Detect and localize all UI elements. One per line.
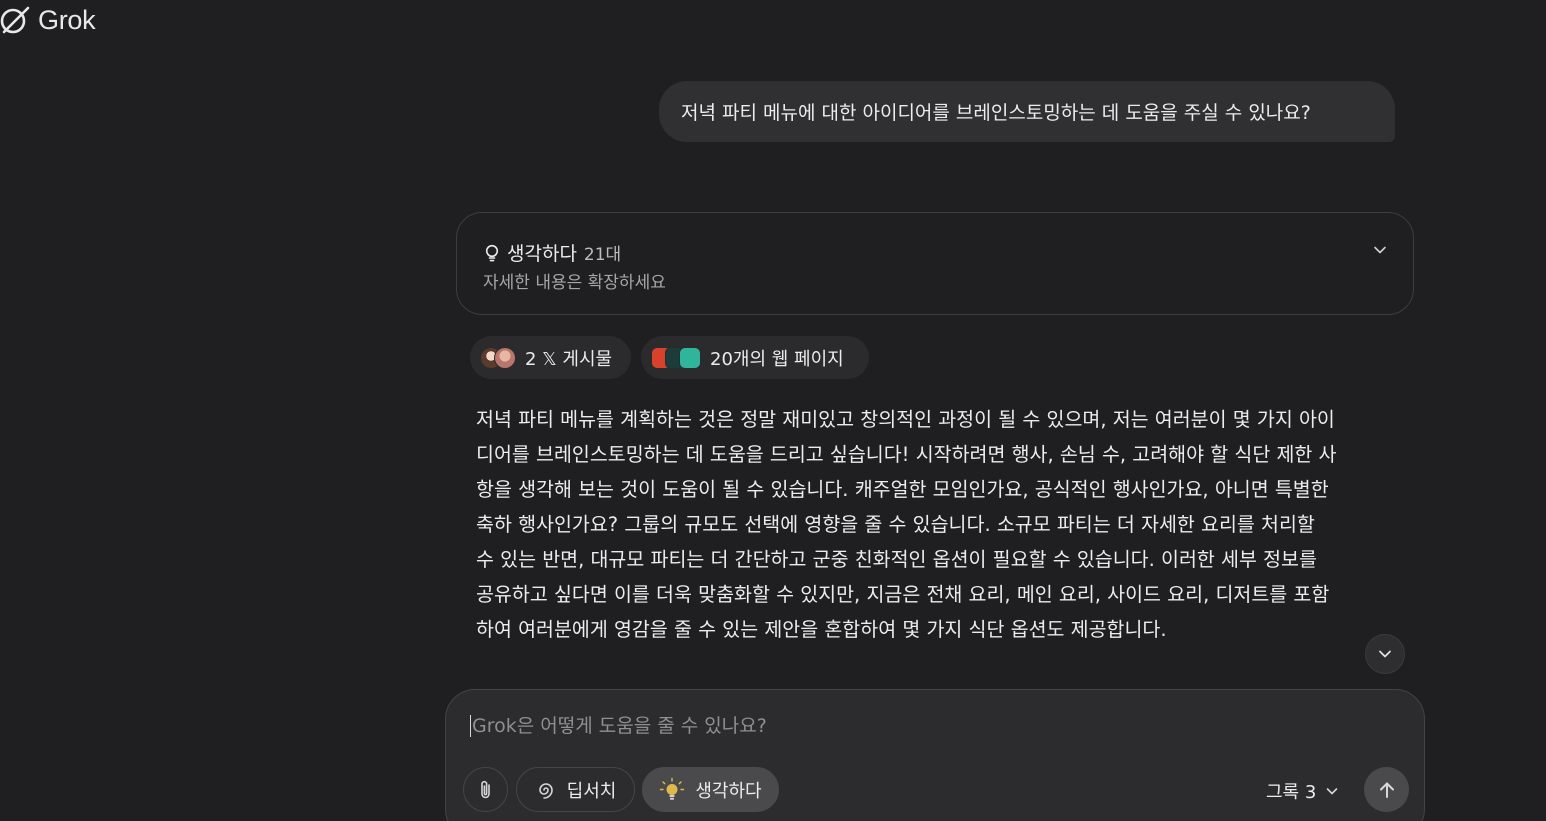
x-posts-label: 2 𝕏 게시물: [525, 348, 613, 370]
composer: 딥서치 생각하다 그록 3: [445, 689, 1425, 821]
thinking-duration: 21대: [583, 245, 622, 265]
web-favicons: [651, 346, 701, 369]
answer-line: 수 있는 반면, 대규모 파티는 더 간단하고 군중 친화적인 옵션이 필요할 …: [476, 548, 1317, 571]
assistant-answer: 저녁 파티 메뉴를 계획하는 것은 정말 재미있고 창의적인 과정이 될 수 있…: [476, 402, 1406, 647]
x-posts-chip[interactable]: 2 𝕏 게시물: [470, 336, 631, 379]
app-root: Grok 저녁 파티 메뉴에 대한 아이디어를 브레인스토밍하는 데 도움을 주…: [0, 0, 1546, 821]
attach-button[interactable]: [463, 767, 508, 812]
chevron-down-icon: [1326, 788, 1338, 795]
answer-line: 하여 여러분에게 영감을 줄 수 있는 제안을 혼합하여 몇 가지 식단 옵션도…: [476, 618, 1167, 641]
avatar: [494, 346, 516, 369]
chevron-down-icon[interactable]: [1373, 243, 1387, 257]
web-pages-chip[interactable]: 20개의 웹 페이지: [641, 336, 869, 379]
deepsearch-button[interactable]: 딥서치: [516, 767, 635, 812]
lightbulb-icon: [485, 244, 499, 261]
model-selector[interactable]: 그록 3: [1266, 778, 1339, 804]
web-pages-label: 20개의 웹 페이지: [710, 348, 844, 370]
scroll-to-bottom-button[interactable]: [1365, 634, 1405, 674]
answer-line: 항을 생각해 보는 것이 도움이 될 수 있습니다. 캐주얼한 모임인가요, 공…: [476, 478, 1329, 501]
chevron-down-icon: [1379, 650, 1391, 658]
answer-line: 공유하고 싶다면 이를 더욱 맞춤화할 수 있지만, 지금은 전채 요리, 메인…: [476, 583, 1330, 606]
deepsearch-label: 딥서치: [566, 780, 617, 802]
think-label: 생각하다: [695, 780, 762, 802]
deepsearch-icon: [538, 782, 553, 799]
arrow-up-icon: [1379, 782, 1394, 798]
send-button[interactable]: [1364, 767, 1409, 812]
thinking-hint: 자세한 내용은 확장하세요: [483, 273, 666, 293]
thinking-header: 생각하다 21대: [484, 239, 621, 266]
thinking-panel[interactable]: 생각하다 21대 자세한 내용은 확장하세요: [456, 212, 1414, 315]
message-input[interactable]: [470, 715, 1370, 737]
thinking-label: 생각하다: [507, 243, 577, 265]
think-toggle-button[interactable]: 생각하다: [642, 767, 779, 812]
logo-text: Grok: [38, 4, 96, 35]
grok-logo[interactable]: Grok: [0, 4, 96, 36]
answer-line: 저녁 파티 메뉴를 계획하는 것은 정말 재미있고 창의적인 과정이 될 수 있…: [476, 408, 1335, 431]
x-post-avatars: [480, 346, 516, 369]
grok-logo-icon: [0, 6, 30, 34]
paperclip-icon: [480, 780, 490, 798]
answer-line: 디어를 브레인스토밍하는 데 도움을 드리고 싶습니다! 시작하려면 행사, 손…: [476, 443, 1337, 466]
model-label: 그록 3: [1266, 782, 1317, 803]
answer-line: 축하 행사인가요? 그룹의 규모도 선택에 영향을 줄 수 있습니다. 소규모 …: [476, 513, 1315, 536]
user-message-bubble: 저녁 파티 메뉴에 대한 아이디어를 브레인스토밍하는 데 도움을 주실 수 있…: [659, 81, 1395, 142]
lightbulb-icon: [660, 777, 685, 800]
favicon: [679, 346, 701, 369]
